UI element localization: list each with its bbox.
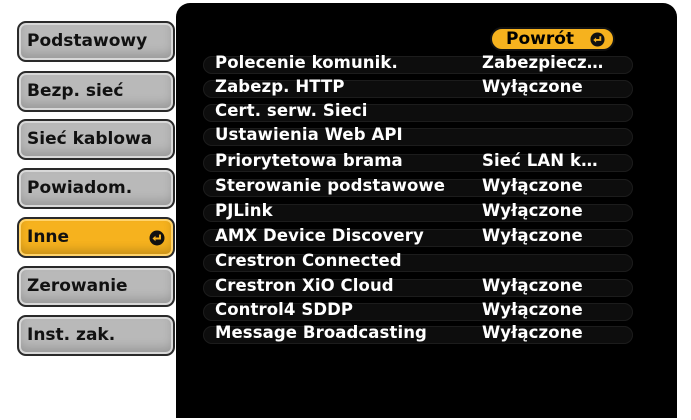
setting-label: Crestron Connected [215,251,402,270]
tab-podstawowy[interactable]: Podstawowy [17,21,175,62]
setting-value: Wyłączone [482,77,583,96]
tab-label: Powiadom. [27,178,133,198]
tab-inne[interactable]: Inne [17,217,175,258]
setting-row-polecenie-komunik[interactable]: Polecenie komunik. Zabezpiecz… [203,52,633,76]
tab-label: Inst. zak. [27,325,116,345]
tab-siec-kablowa[interactable]: Sieć kablowa [17,119,175,160]
setting-value: Wyłączone [482,323,583,342]
setting-label: Crestron XiO Cloud [215,276,394,295]
tab-bezp-siec[interactable]: Bezp. sieć [17,71,175,112]
setting-label: AMX Device Discovery [215,226,424,245]
enter-icon [590,32,605,47]
back-button-label: Powrót [506,29,575,49]
setting-row-control4-sddp[interactable]: Control4 SDDP Wyłączone [203,299,633,323]
setting-row-crestron-connected[interactable]: Crestron Connected [203,250,633,274]
setting-row-sterowanie-podstawowe[interactable]: Sterowanie podstawowe Wyłączone [203,175,633,199]
tab-label: Zerowanie [27,276,128,296]
setting-value: Wyłączone [482,176,583,195]
setting-value: Wyłączone [482,300,583,319]
tab-label: Sieć kablowa [27,129,153,149]
setting-label: PJLink [215,201,273,220]
tab-zerowanie[interactable]: Zerowanie [17,266,175,307]
setting-row-priorytetowa-brama[interactable]: Priorytetowa brama Sieć LAN k… [203,150,633,174]
setting-row-message-broadcasting[interactable]: Message Broadcasting Wyłączone [203,322,633,346]
projector-menu: Podstawowy Bezp. sieć Sieć kablowa Powia… [0,0,691,420]
setting-label: Priorytetowa brama [215,151,403,170]
setting-row-zabezp-http[interactable]: Zabezp. HTTP Wyłączone [203,76,633,100]
enter-icon [149,230,165,246]
setting-value: Zabezpiecz… [482,53,604,72]
setting-value: Wyłączone [482,201,583,220]
tab-label: Bezp. sieć [27,81,124,101]
setting-value: Wyłączone [482,276,583,295]
setting-label: Polecenie komunik. [215,53,398,72]
setting-label: Zabezp. HTTP [215,77,345,96]
setting-label: Sterowanie podstawowe [215,176,446,195]
setting-row-cert-serw-sieci[interactable]: Cert. serw. Sieci [203,100,633,124]
back-button[interactable]: Powrót [490,27,615,51]
tab-label: Inne [27,227,70,247]
setting-label: Ustawienia Web API [215,125,403,144]
setting-row-amx-device-discovery[interactable]: AMX Device Discovery Wyłączone [203,225,633,249]
setting-value: Wyłączone [482,226,583,245]
setting-row-crestron-xio-cloud[interactable]: Crestron XiO Cloud Wyłączone [203,275,633,299]
tab-label: Podstawowy [27,31,148,51]
setting-label: Control4 SDDP [215,300,354,319]
setting-row-pjlink[interactable]: PJLink Wyłączone [203,200,633,224]
setting-label: Cert. serw. Sieci [215,101,368,120]
tab-powiadom[interactable]: Powiadom. [17,168,175,209]
tab-inst-zak[interactable]: Inst. zak. [17,315,175,356]
setting-value: Sieć LAN k… [482,151,598,170]
setting-row-ustawienia-web-api[interactable]: Ustawienia Web API [203,124,633,148]
setting-label: Message Broadcasting [215,323,427,342]
